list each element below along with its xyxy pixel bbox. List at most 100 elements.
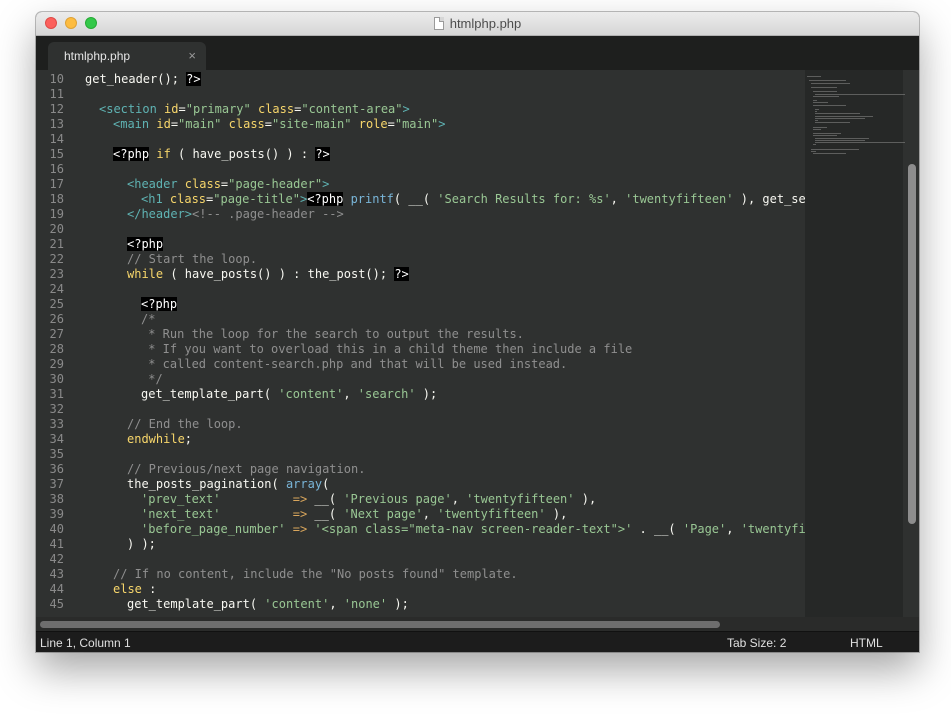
status-bar: Line 1, Column 1 Tab Size: 2 HTML	[36, 631, 919, 652]
code-token: ?>	[394, 267, 409, 281]
code-line: * Run the loop for the search to output …	[141, 327, 524, 342]
code-token: <header	[127, 177, 185, 191]
line-number: 34	[49, 432, 64, 446]
code-token: array	[285, 477, 323, 491]
code-line: // If no content, include the "No posts …	[113, 567, 518, 582]
minimap[interactable]	[805, 70, 905, 617]
horizontal-scrollbar-thumb[interactable]	[40, 621, 720, 628]
code-token: ,	[451, 492, 467, 506]
vertical-scrollbar[interactable]	[905, 70, 919, 617]
code-token: </header>	[127, 207, 193, 221]
code-token: 'none'	[343, 597, 388, 611]
line-number: 12	[49, 102, 64, 116]
minimap-line	[815, 142, 905, 143]
document-icon	[433, 17, 444, 30]
code-line: get_header(); ?>	[85, 72, 201, 87]
minimap-line	[813, 91, 837, 93]
code-line: <section id="primary" class="content-are…	[99, 102, 410, 117]
code-token: <h1	[141, 192, 170, 206]
code-token: 'next_text'	[141, 507, 221, 521]
window-title-text: htmlphp.php	[449, 16, 522, 31]
code-line: get_template_part( 'content', 'search' )…	[141, 387, 437, 402]
code-token: 'before_page_number'	[141, 522, 286, 536]
code-token: 'twentyfifteen'	[466, 492, 575, 506]
code-token: __(	[307, 492, 344, 506]
line-number: 40	[49, 522, 64, 536]
minimap-line	[815, 137, 869, 139]
code-token: ), get_search_query() ); ?>	[740, 192, 805, 206]
syntax-selector[interactable]: HTML	[850, 636, 883, 650]
minimap-line	[811, 87, 837, 88]
line-number: 17	[49, 177, 64, 191]
horizontal-scrollbar[interactable]	[36, 617, 919, 631]
line-number: 38	[49, 492, 64, 506]
code-token: 'prev_text'	[141, 492, 221, 506]
code-line: <h1 class="page-title"><?php printf( __(…	[141, 192, 805, 207]
code-token: id	[156, 117, 171, 131]
code-token: ?>	[315, 147, 330, 161]
tab-size-selector[interactable]: Tab Size: 2	[727, 636, 786, 650]
minimap-line	[811, 148, 859, 150]
code-token: "page-title"	[213, 192, 300, 206]
editor-window: htmlphp.php htmlphp.php × 10 11 12 13 14 15 16…	[36, 12, 919, 652]
code-line: 'next_text' => __( 'Next page', 'twentyf…	[141, 507, 567, 522]
line-number: 27	[49, 327, 64, 341]
line-number: 43	[49, 567, 64, 581]
line-number: 21	[49, 237, 64, 251]
code-token: "content-area"	[301, 102, 403, 116]
code-token: 'twentyfifteen'	[740, 522, 805, 536]
code-line: <main id="main" class="site-main" role="…	[113, 117, 445, 132]
line-number: 32	[49, 402, 64, 416]
code-token: "page-header"	[228, 177, 323, 191]
code-token: 'content'	[264, 597, 330, 611]
line-number: 19	[49, 207, 64, 221]
minimap-line	[815, 111, 817, 113]
code-token: ,	[610, 192, 626, 206]
code-token: if	[156, 147, 171, 161]
code-line: */	[141, 372, 163, 387]
code-area[interactable]: get_header(); ?> <section id="primary" cl…	[85, 70, 805, 617]
code-token: 'Page'	[682, 522, 727, 536]
code-line: while ( have_posts() ) : the_post(); ?>	[127, 267, 409, 282]
code-token: /*	[141, 312, 156, 326]
minimap-line	[815, 109, 820, 110]
line-number: 41	[49, 537, 64, 551]
code-token: // If no content, include the "No posts …	[113, 567, 518, 581]
code-line: * If you want to overload this in a chil…	[141, 342, 632, 357]
minimap-line	[815, 117, 866, 119]
code-line: ) );	[127, 537, 156, 552]
code-token: // Start the loop.	[127, 252, 258, 266]
code-token: 'search'	[357, 387, 416, 401]
code-token: endwhile	[127, 432, 185, 446]
code-token: * Run the loop for the search to output …	[141, 327, 524, 341]
code-token: <!-- .page-header -->	[192, 207, 344, 221]
code-token: <?php	[113, 147, 150, 161]
code-token: ),	[574, 492, 597, 506]
code-editor[interactable]: 10 11 12 13 14 15 16 17 18 19 20 21 22 23 24 25 26 27 28 29…	[36, 70, 919, 617]
code-token: 'twentyfifteen'	[437, 507, 546, 521]
tab-close-icon[interactable]: ×	[188, 48, 196, 63]
code-token: =	[178, 102, 186, 116]
minimap-line	[813, 102, 829, 104]
code-token: '<span class="meta-nav screen-reader-tex…	[314, 522, 633, 536]
code-token: */	[141, 372, 163, 386]
code-line: 'prev_text' => __( 'Previous page', 'twe…	[141, 492, 596, 507]
code-token: <section	[99, 102, 165, 116]
line-number: 37	[49, 477, 64, 491]
tab-htmlphp[interactable]: htmlphp.php ×	[48, 42, 206, 70]
code-token: * called content-search.php and that wil…	[141, 357, 568, 371]
minimap-line	[815, 122, 850, 124]
code-token: class	[184, 177, 221, 191]
code-token: get_header();	[85, 72, 187, 86]
code-line: 'before_page_number' => '<span class="me…	[141, 522, 805, 537]
code-token: ( __(	[393, 192, 438, 206]
code-token: 'content'	[278, 387, 344, 401]
vertical-scrollbar-thumb[interactable]	[908, 164, 916, 524]
code-token: while	[127, 267, 164, 281]
line-number: 11	[49, 87, 64, 101]
